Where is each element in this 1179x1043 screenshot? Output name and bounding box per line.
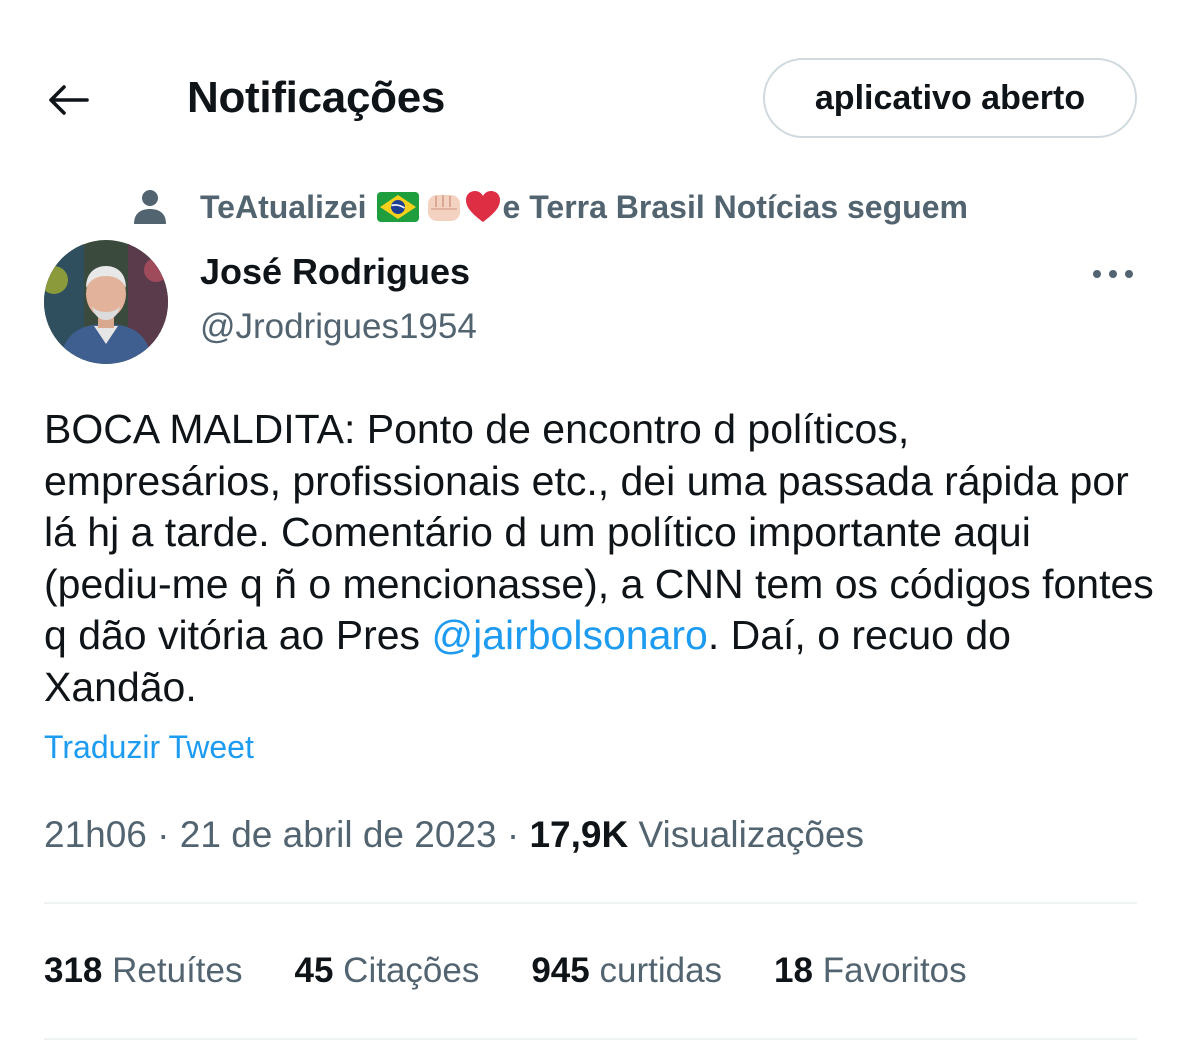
stat-label: Favoritos [822,951,967,990]
social-context[interactable]: TeAtualizei e Terra Brasil Notícias segu… [130,184,968,230]
divider [44,902,1137,904]
page-title: Notificações [187,73,446,122]
open-app-button[interactable]: aplicativo aberto [763,58,1137,138]
more-options-button[interactable] [1085,256,1141,292]
fist-icon [427,195,460,221]
bookmarks-stat[interactable]: 18 Favoritos [774,946,967,996]
quotes-stat[interactable]: 45 Citações [295,946,480,996]
author-name[interactable]: José Rodrigues [200,248,470,296]
stat-count: 45 [294,951,334,990]
tweet-date[interactable]: 21 de abril de 2023 [180,814,497,855]
stat-count: 18 [774,951,813,990]
arrow-left-icon [49,85,89,115]
views-count: 17,9K [529,814,629,855]
meta-separator: · [157,814,170,855]
tweet-time[interactable]: 21h06 [44,814,147,855]
person-icon [134,190,166,224]
brazil-flag-icon [376,192,419,222]
more-horizontal-icon [1093,270,1133,278]
stat-label: Retuítes [112,951,243,990]
translate-tweet-link[interactable]: Traduzir Tweet [44,726,254,768]
retweets-stat[interactable]: 318 Retuítes [44,946,243,996]
stat-count: 945 [531,951,590,990]
author-handle[interactable]: @Jrodrigues1954 [200,304,477,350]
red-heart-icon [465,191,500,222]
stat-label: curtidas [599,951,723,990]
social-context-suffix: e Terra Brasil Notícias seguem [502,188,968,225]
mention-link[interactable]: @jairbolsonaro [431,612,707,658]
stat-count: 318 [44,951,103,990]
tweet-text: BOCA MALDITA: Ponto de encontro d políti… [44,404,1154,713]
back-button[interactable] [44,78,92,122]
stat-label: Citações [343,951,480,990]
social-context-name: TeAtualizei [200,188,367,225]
divider [44,1038,1137,1040]
tweet-stats: 318 Retuítes 45 Citações 945 curtidas 18… [44,946,1019,996]
avatar[interactable] [44,240,168,364]
tweet-meta: 21h06 · 21 de abril de 2023 · 17,9K Visu… [44,810,864,860]
likes-stat[interactable]: 945 curtidas [531,946,722,996]
meta-separator: · [506,814,520,855]
avatar-image [44,240,168,364]
views-label: Visualizações [638,814,865,855]
